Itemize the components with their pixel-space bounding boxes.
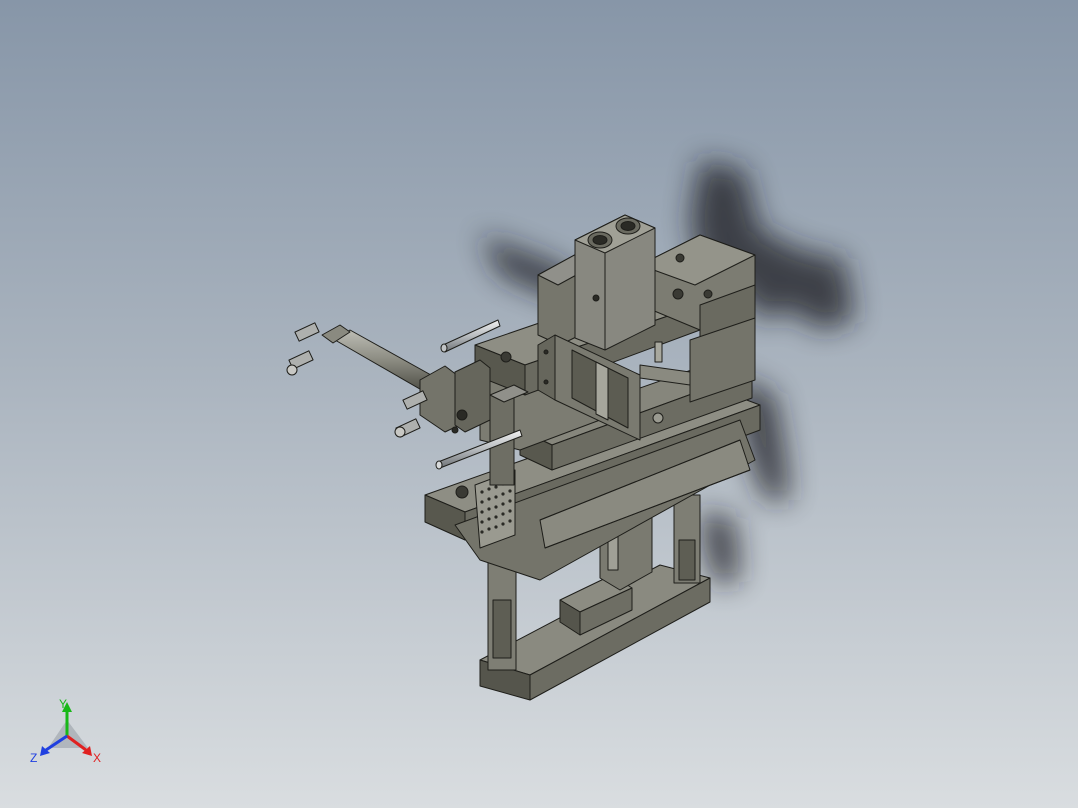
cad-viewport[interactable] — [0, 0, 1078, 808]
y-axis-label: Y — [59, 697, 67, 711]
orientation-triad[interactable]: Y X Z — [22, 690, 112, 770]
z-axis-label: Z — [30, 751, 37, 765]
x-axis-label: X — [93, 751, 101, 765]
cad-assembly-model[interactable] — [286, 214, 761, 701]
